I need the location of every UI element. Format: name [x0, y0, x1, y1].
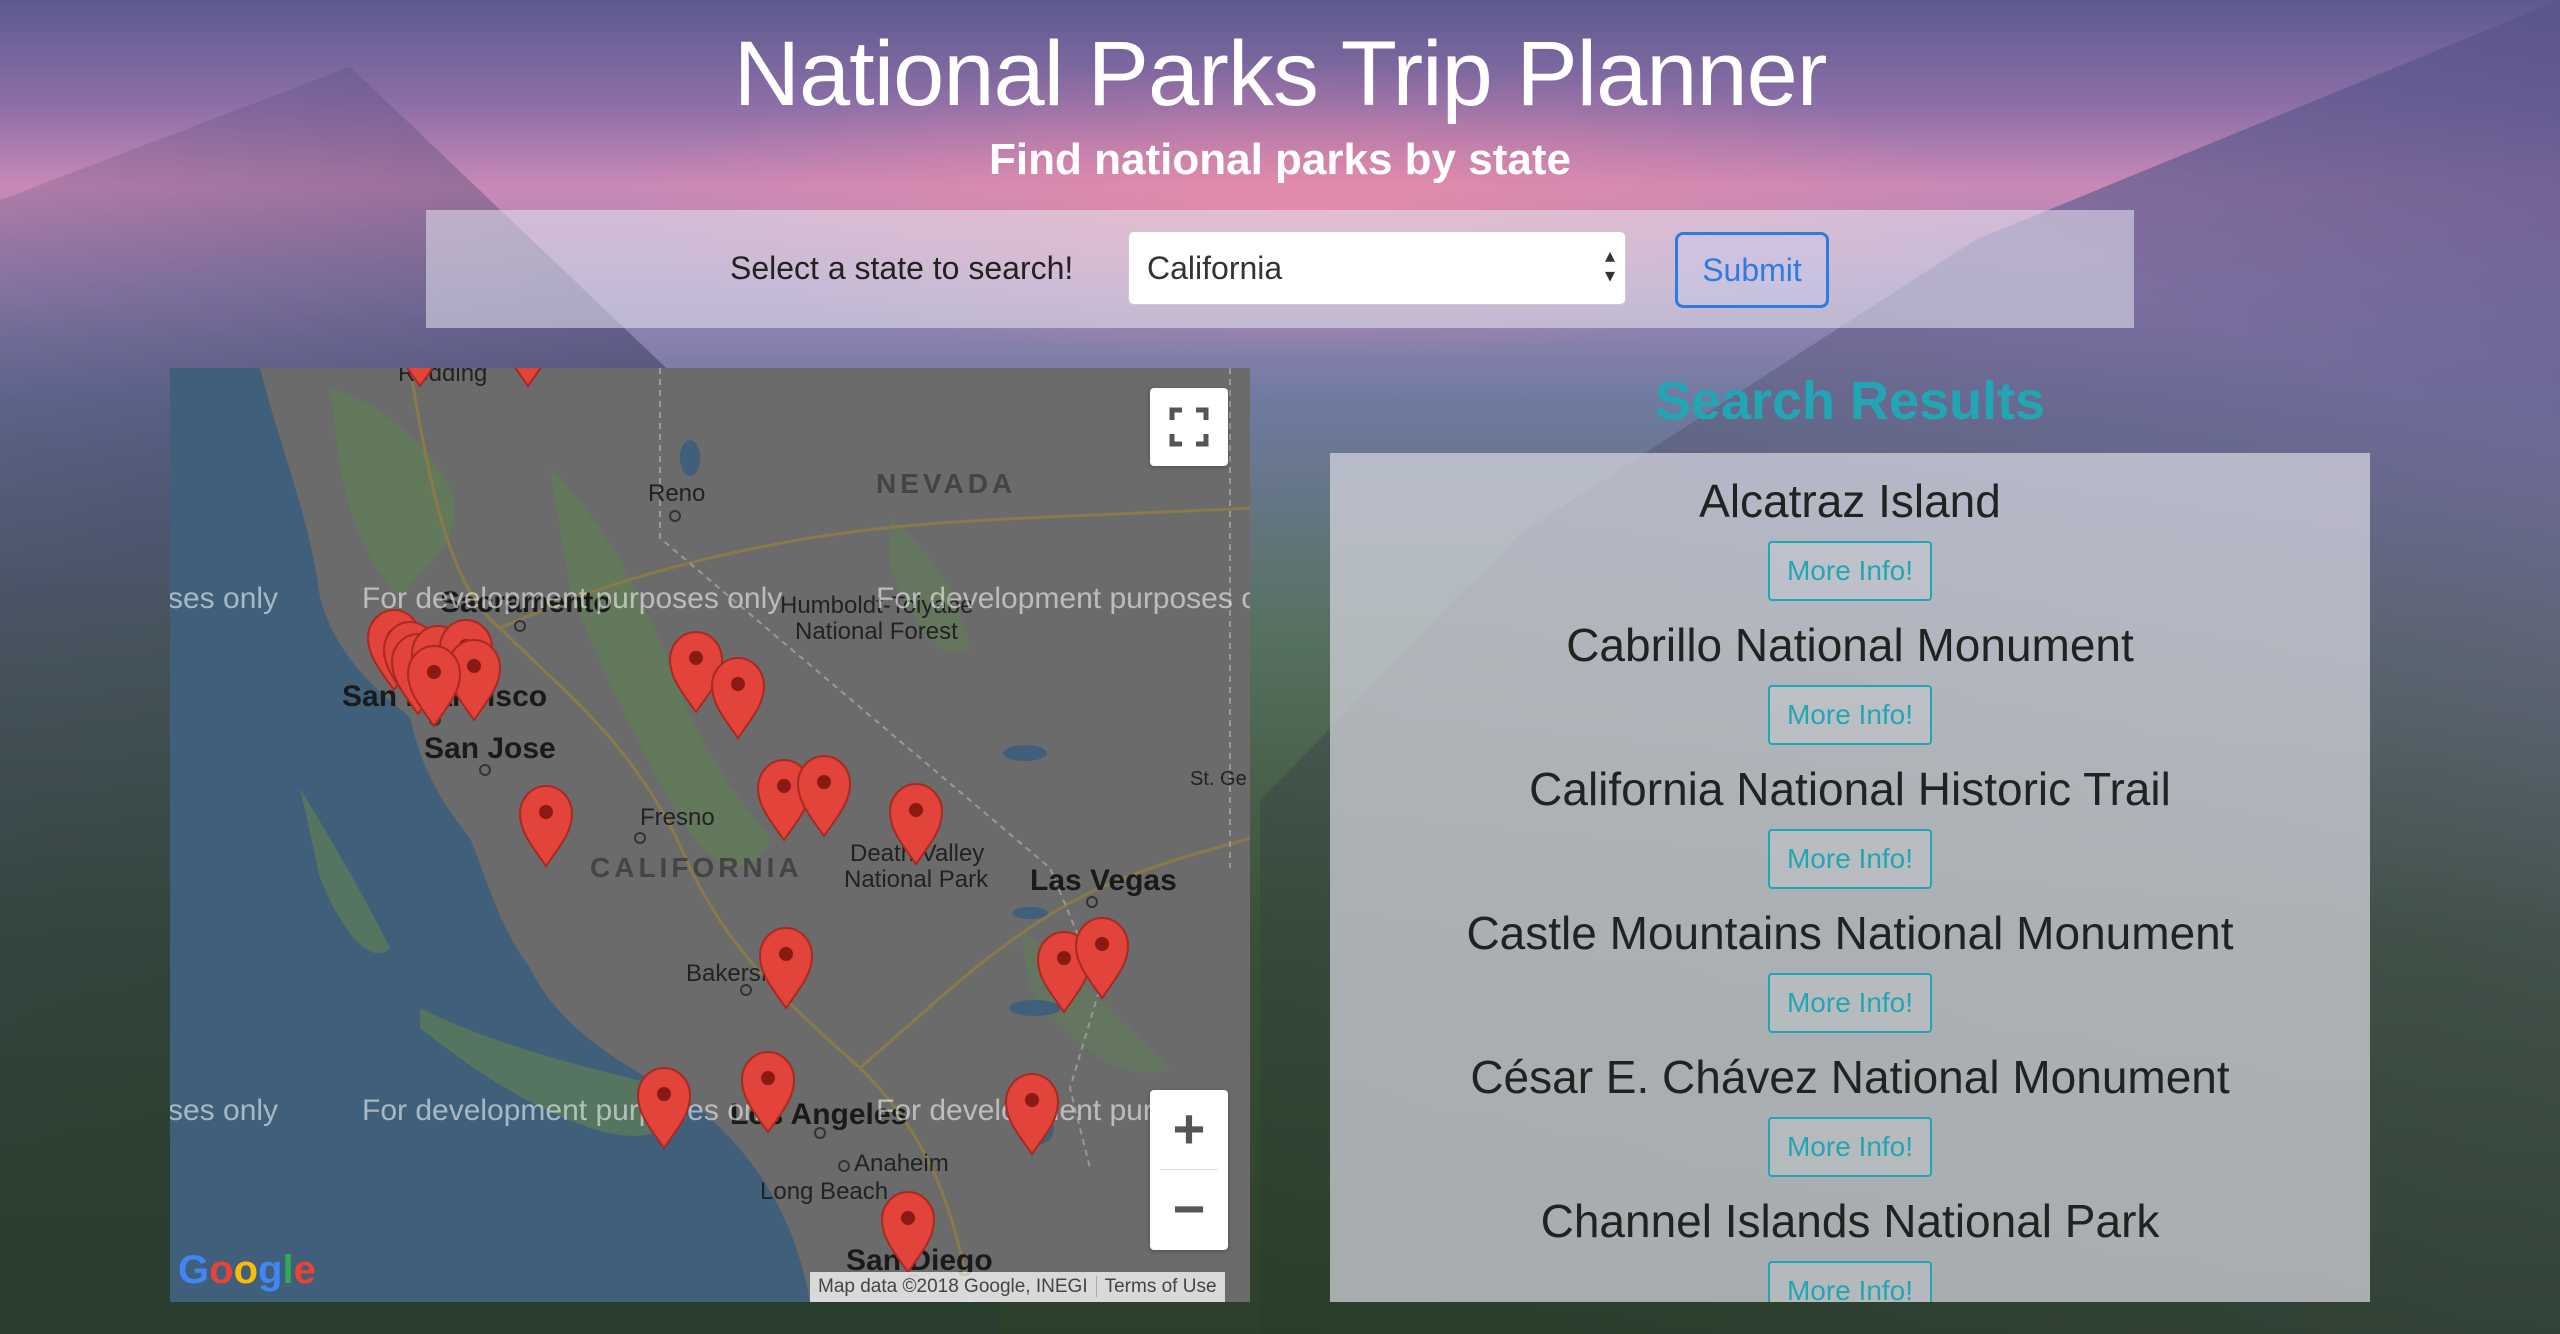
more-info-button[interactable]: More Info! — [1768, 685, 1932, 745]
result-item: César E. Chávez National Monument More I… — [1330, 1049, 2370, 1177]
result-item: Cabrillo National Monument More Info! — [1330, 617, 2370, 745]
google-logo[interactable]: Google — [178, 1248, 316, 1293]
map-label-redding: Redding — [398, 368, 488, 387]
more-info-button[interactable]: More Info! — [1768, 973, 1932, 1033]
map-label-st-george: St. Ge — [1190, 768, 1247, 790]
result-item: Alcatraz Island More Info! — [1330, 473, 2370, 601]
map-fullscreen-button[interactable] — [1150, 388, 1228, 466]
map-label-national-forest: National Forest — [795, 618, 958, 645]
more-info-button[interactable]: More Info! — [1768, 1117, 1932, 1177]
zoom-out-button[interactable]: − — [1150, 1170, 1228, 1250]
map-label-national-park: National Park — [844, 866, 989, 893]
map-label-death-valley: Death Valley — [850, 840, 985, 867]
page-subtitle: Find national parks by state — [989, 135, 1571, 184]
result-item: California National Historic Trail More … — [1330, 761, 2370, 889]
map-label-bakersfield: Bakersfi — [686, 960, 773, 987]
result-park-name: Alcatraz Island — [1699, 475, 2001, 527]
more-info-button[interactable]: More Info! — [1768, 541, 1932, 601]
map-label-nevada: NEVADA — [876, 468, 1017, 499]
result-park-name: Channel Islands National Park — [1540, 1195, 2160, 1247]
map-label-anaheim: Anaheim — [854, 1150, 949, 1177]
map-dev-watermark: For development purposes o — [876, 582, 1250, 615]
map-label-fresno: Fresno — [640, 804, 715, 831]
map-dev-watermark: For development pur — [876, 1094, 1153, 1127]
result-item: Castle Mountains National Monument More … — [1330, 905, 2370, 1033]
map-label-san-francisco: San Francisco — [342, 680, 548, 713]
map-terrain — [170, 368, 1250, 1302]
result-park-name: Cabrillo National Monument — [1566, 619, 2134, 671]
map-data-credit: Map data ©2018 Google, INEGI — [818, 1276, 1088, 1297]
more-info-button[interactable]: More Info! — [1768, 1261, 1932, 1302]
state-select-value: California — [1147, 250, 1283, 286]
result-park-name: César E. Chávez National Monument — [1470, 1051, 2230, 1103]
search-results-title: Search Results — [1654, 371, 2046, 431]
result-park-name: Castle Mountains National Monument — [1466, 907, 2234, 959]
map-dev-watermark: For development purposes only — [362, 582, 783, 615]
parks-map[interactable]: Redding Reno NEVADA Sacramento Humboldt-… — [170, 368, 1250, 1302]
submit-button[interactable]: Submit — [1675, 232, 1829, 308]
map-dev-watermark: ses only — [170, 1094, 279, 1127]
map-label-long-beach: Long Beach — [760, 1178, 889, 1205]
map-attribution: Map data ©2018 Google, INEGI Terms of Use — [810, 1272, 1225, 1302]
map-label-san-jose: San Jose — [424, 732, 556, 765]
state-select[interactable]: California ▴ ▾ — [1128, 231, 1626, 305]
map-label-las-vegas: Las Vegas — [1030, 864, 1177, 897]
map-label-reno: Reno — [648, 480, 706, 507]
fullscreen-icon — [1169, 407, 1209, 447]
select-arrows-icon: ▴ ▾ — [1604, 245, 1615, 287]
map-zoom-controls: + − — [1150, 1090, 1228, 1250]
zoom-in-button[interactable]: + — [1150, 1090, 1228, 1170]
state-search-label: Select a state to search! — [730, 250, 1074, 286]
search-results-panel[interactable]: Alcatraz Island More Info! Cabrillo Nati… — [1330, 453, 2370, 1302]
map-label-california: CALIFORNIA — [590, 852, 803, 883]
map-dev-watermark: ses only — [170, 582, 279, 615]
terms-of-use-link[interactable]: Terms of Use — [1095, 1276, 1225, 1297]
map-dev-watermark: For development purposes only — [362, 1094, 783, 1127]
result-item: Channel Islands National Park More Info! — [1330, 1193, 2370, 1302]
page-title: National Parks Trip Planner — [733, 23, 1828, 125]
more-info-button[interactable]: More Info! — [1768, 829, 1932, 889]
result-park-name: California National Historic Trail — [1529, 763, 2171, 815]
